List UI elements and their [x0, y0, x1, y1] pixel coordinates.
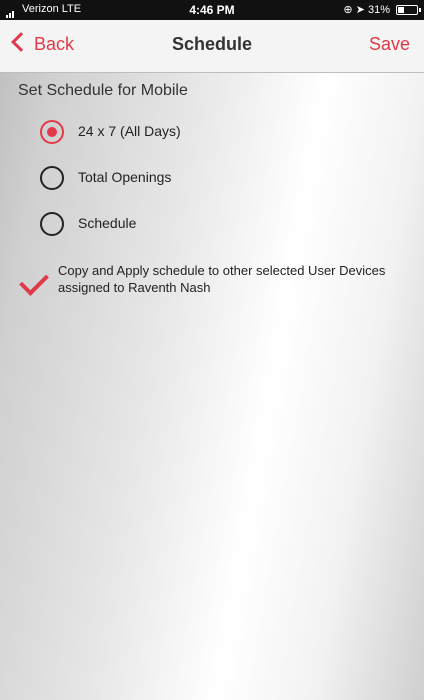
checkmark-icon[interactable]	[19, 266, 49, 296]
option-label: Total Openings	[78, 169, 172, 185]
radio-selected-icon[interactable]	[40, 120, 64, 144]
radio-unselected-icon[interactable]	[40, 212, 64, 236]
copy-apply-label: Copy and Apply schedule to other selecte…	[58, 263, 386, 295]
nav-bar: Back Schedule Save	[0, 20, 424, 73]
battery-icon	[396, 5, 418, 15]
location-icon: ➤	[355, 4, 365, 16]
option-label: Schedule	[78, 215, 137, 231]
section-title: Set Schedule for Mobile	[18, 82, 188, 99]
option-label: 24 x 7 (All Days)	[78, 123, 181, 139]
alarm-icon: ⊕	[343, 4, 353, 16]
battery-percent: 31%	[367, 4, 390, 16]
save-button[interactable]: Save	[369, 34, 410, 55]
radio-unselected-icon[interactable]	[40, 166, 64, 190]
status-bar: Verizon LTE 4:46 PM ⊕ ➤ 31%	[0, 0, 424, 20]
screen: Verizon LTE 4:46 PM ⊕ ➤ 31% Back Schedul…	[0, 0, 424, 700]
battery-tip	[419, 8, 421, 12]
page-title: Schedule	[171, 34, 253, 54]
status-right: ⊕ ➤ 31%	[343, 3, 390, 16]
